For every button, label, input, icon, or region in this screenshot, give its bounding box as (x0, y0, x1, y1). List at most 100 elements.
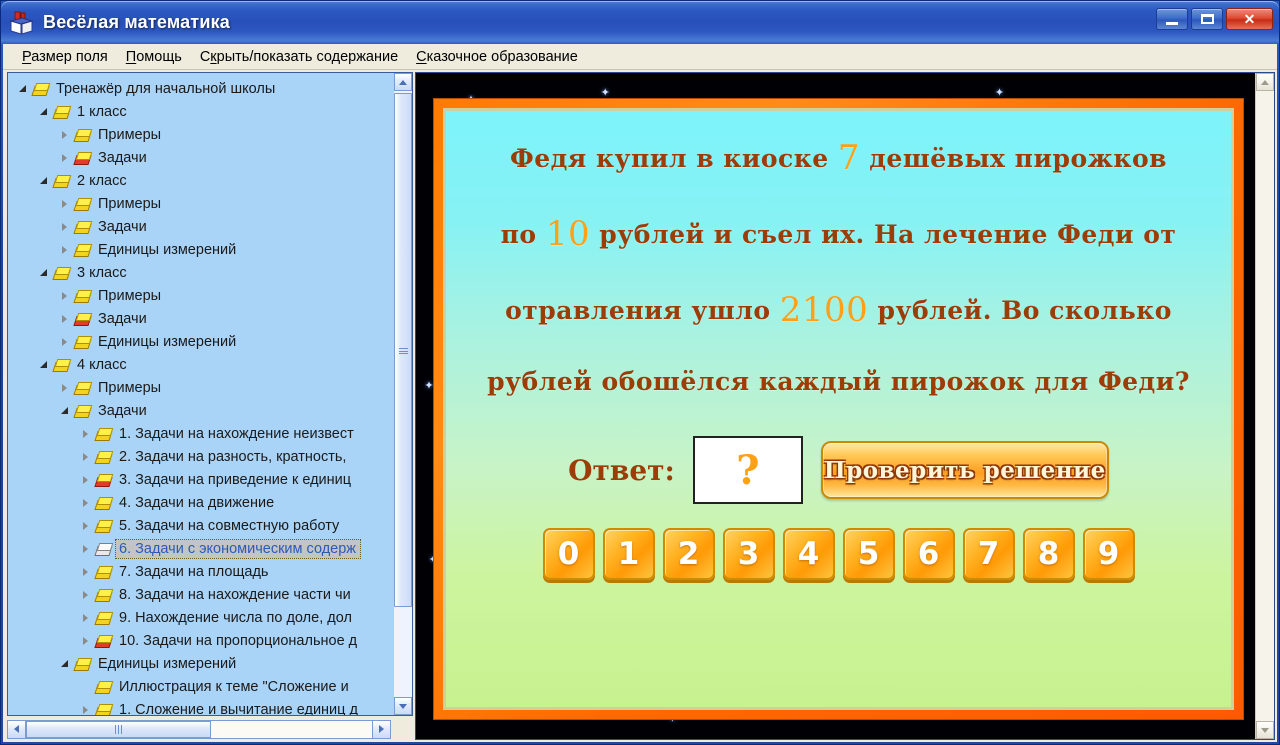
check-solution-button[interactable]: Проверить решение (821, 441, 1109, 499)
minimize-button[interactable] (1156, 8, 1188, 30)
lesson-scroll-down-button[interactable] (1256, 721, 1274, 739)
expander-closed-icon[interactable] (58, 221, 70, 233)
minimize-icon (1166, 22, 1178, 25)
tree-vertical-scrollbar[interactable] (393, 73, 412, 715)
expander-open-icon[interactable] (37, 175, 49, 187)
expander-closed-icon[interactable] (58, 152, 70, 164)
expander-open-icon[interactable] (16, 83, 28, 95)
tree-item[interactable]: 2. Задачи на разность, кратность, (8, 445, 393, 468)
tree-item[interactable]: Примеры (8, 192, 393, 215)
tree-item[interactable]: 10. Задачи на пропорциональное д (8, 629, 393, 652)
expander-closed-icon[interactable] (58, 129, 70, 141)
tree-item[interactable]: Задачи (8, 307, 393, 330)
tree-item[interactable]: Примеры (8, 376, 393, 399)
tree-item-label: 6. Задачи с экономическим содерж (116, 540, 360, 558)
expander-closed-icon[interactable] (58, 382, 70, 394)
expander-closed-icon[interactable] (79, 543, 91, 555)
lesson-scroll-up-button[interactable] (1256, 73, 1274, 91)
tree-item-label: Единицы измерений (95, 242, 236, 258)
tree-item[interactable]: 2 класс (8, 169, 393, 192)
digit-button-0[interactable]: 0 (543, 528, 595, 580)
tree-item-label: 3. Задачи на приведение к единиц (116, 472, 351, 488)
tree-item[interactable]: 1. Сложение и вычитание единиц д (8, 698, 393, 715)
tree-scroll-track[interactable] (394, 91, 412, 697)
digit-button-2[interactable]: 2 (663, 528, 715, 580)
answer-label: Ответ: (568, 454, 675, 487)
menu-item-help[interactable]: Помощь (117, 46, 191, 68)
tree-item-label: Тренажёр для начальной школы (53, 81, 275, 97)
digit-button-6[interactable]: 6 (903, 528, 955, 580)
digit-button-7[interactable]: 7 (963, 528, 1015, 580)
expander-closed-icon[interactable] (79, 635, 91, 647)
expander-closed-icon[interactable] (79, 589, 91, 601)
tree-item[interactable]: 1. Задачи на нахождение неизвест (8, 422, 393, 445)
expander-closed-icon[interactable] (79, 520, 91, 532)
digit-button-1[interactable]: 1 (603, 528, 655, 580)
tree-horizontal-scrollbar[interactable] (7, 720, 391, 739)
expander-open-icon[interactable] (37, 106, 49, 118)
hscroll-track[interactable] (26, 721, 372, 738)
lesson-scroll-track[interactable] (1256, 91, 1274, 721)
maximize-button[interactable] (1191, 8, 1223, 30)
expander-closed-icon[interactable] (58, 198, 70, 210)
book-icon (95, 703, 111, 715)
digit-button-8[interactable]: 8 (1023, 528, 1075, 580)
tree-item[interactable]: Единицы измерений (8, 238, 393, 261)
expander-closed-icon[interactable] (79, 612, 91, 624)
hscroll-left-button[interactable] (8, 721, 26, 738)
tree-item[interactable]: Примеры (8, 123, 393, 146)
tree-item[interactable]: Единицы измерений (8, 330, 393, 353)
tree-item[interactable]: 5. Задачи на совместную работу (8, 514, 393, 537)
menu-item-field-size[interactable]: Размер поля (13, 46, 117, 68)
expander-open-icon[interactable] (37, 267, 49, 279)
expander-closed-icon[interactable] (79, 566, 91, 578)
expander-open-icon[interactable] (58, 658, 70, 670)
expander-closed-icon[interactable] (79, 497, 91, 509)
tree-item[interactable]: 1 класс (8, 100, 393, 123)
book-icon (53, 358, 69, 371)
tree-item[interactable]: Задачи (8, 399, 393, 422)
expander-closed-icon[interactable] (58, 290, 70, 302)
expander-closed-icon[interactable] (79, 474, 91, 486)
expander-closed-icon[interactable] (79, 451, 91, 463)
expander-closed-icon[interactable] (58, 336, 70, 348)
hscroll-right-button[interactable] (372, 721, 390, 738)
tree-scroll-thumb[interactable] (394, 93, 412, 607)
digit-button-4[interactable]: 4 (783, 528, 835, 580)
expander-closed-icon[interactable] (79, 428, 91, 440)
expander-closed-icon[interactable] (58, 244, 70, 256)
expander-closed-icon[interactable] (79, 704, 91, 716)
close-button[interactable]: ✕ (1226, 8, 1273, 30)
maximize-icon (1201, 14, 1214, 24)
menu-item-toggle-contents[interactable]: Скрыть/показать содержание (191, 46, 407, 68)
tree-scroll-down-button[interactable] (394, 697, 412, 715)
answer-input-box[interactable]: ? (693, 436, 803, 504)
tree-view[interactable]: Тренажёр для начальной школы1 классПриме… (8, 73, 393, 715)
tree-item[interactable]: Примеры (8, 284, 393, 307)
tree-item[interactable]: 7. Задачи на площадь (8, 560, 393, 583)
digit-button-3[interactable]: 3 (723, 528, 775, 580)
tree-scroll-up-button[interactable] (394, 73, 412, 91)
hscroll-thumb[interactable] (26, 721, 211, 738)
expander-closed-icon[interactable] (58, 313, 70, 325)
digit-button-5[interactable]: 5 (843, 528, 895, 580)
expander-open-icon[interactable] (58, 405, 70, 417)
tree-item[interactable]: Задачи (8, 146, 393, 169)
tree-item[interactable]: Задачи (8, 215, 393, 238)
lesson-vertical-scrollbar[interactable] (1255, 73, 1274, 739)
tree-item-label: 10. Задачи на пропорциональное д (116, 633, 357, 649)
tree-item[interactable]: Иллюстрация к теме "Сложение и (8, 675, 393, 698)
menu-item-fairytale-education[interactable]: Сказочное образование (407, 46, 587, 68)
digit-button-9[interactable]: 9 (1083, 528, 1135, 580)
tree-item[interactable]: 3 класс (8, 261, 393, 284)
tree-item[interactable]: 6. Задачи с экономическим содерж (8, 537, 393, 560)
tree-item[interactable]: 4 класс (8, 353, 393, 376)
expander-open-icon[interactable] (37, 359, 49, 371)
tree-item[interactable]: 8. Задачи на нахождение части чи (8, 583, 393, 606)
tree-item[interactable]: 3. Задачи на приведение к единиц (8, 468, 393, 491)
tree-item[interactable]: Единицы измерений (8, 652, 393, 675)
tree-item[interactable]: 4. Задачи на движение (8, 491, 393, 514)
tree-item[interactable]: Тренажёр для начальной школы (8, 77, 393, 100)
tree-item[interactable]: 9. Нахождение числа по доле, дол (8, 606, 393, 629)
tree-item-label: 9. Нахождение числа по доле, дол (116, 610, 352, 626)
